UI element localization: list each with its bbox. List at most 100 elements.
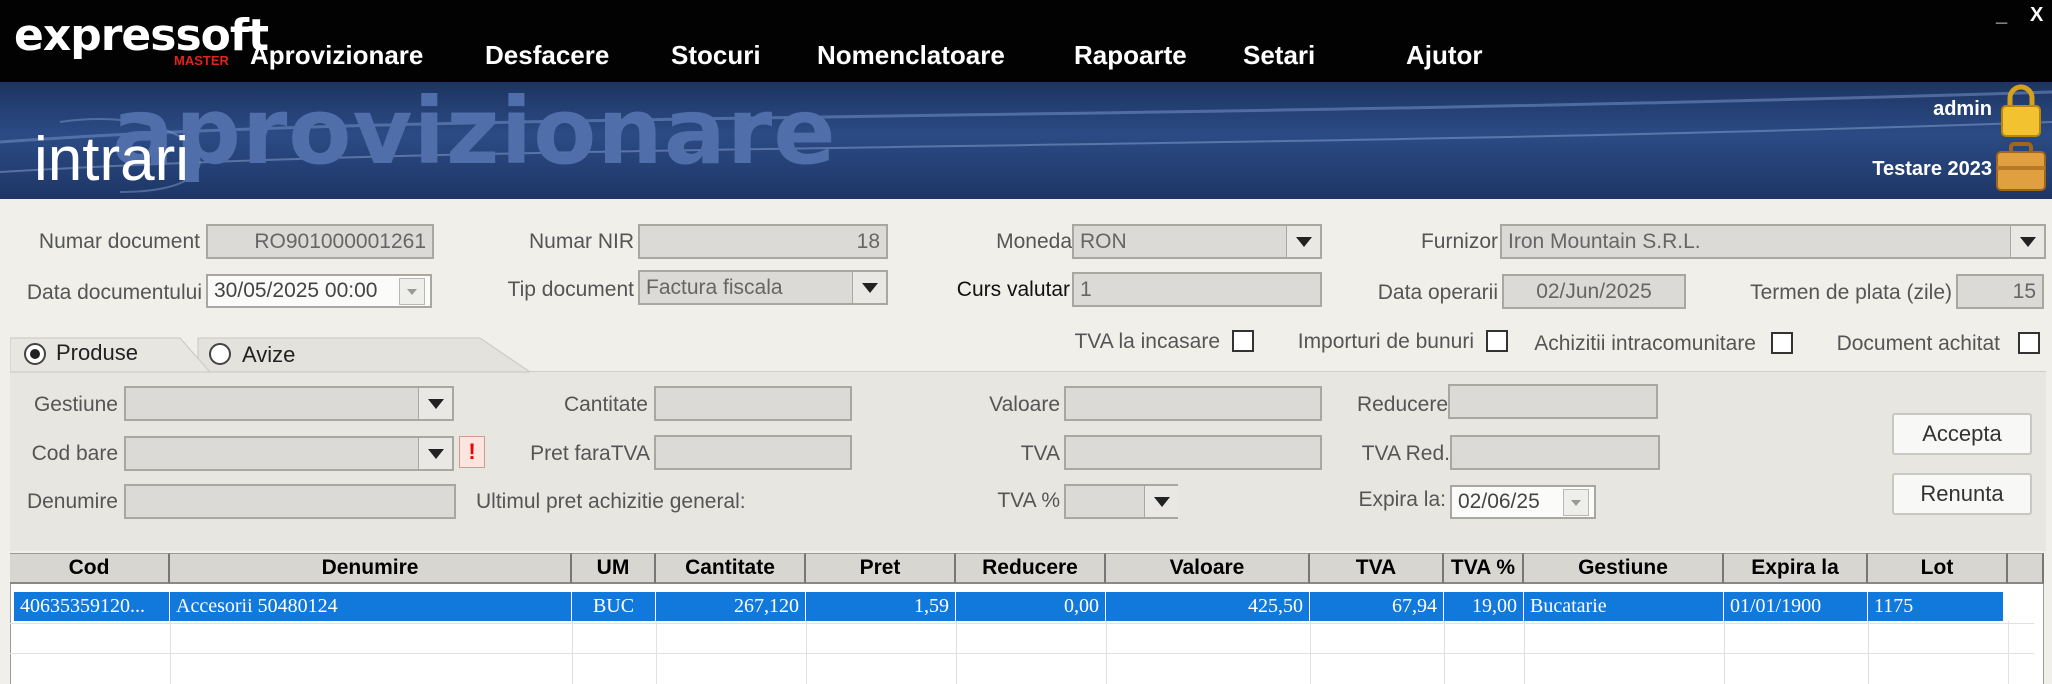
- minimize-button[interactable]: _: [1996, 4, 2007, 27]
- grid-line: [1106, 621, 1107, 684]
- briefcase-icon[interactable]: [1994, 140, 2048, 199]
- col-header-gestiune[interactable]: Gestiune: [1524, 553, 1724, 584]
- tip-doc-label: Tip document: [507, 278, 634, 301]
- col-header-cantitate[interactable]: Cantitate: [656, 553, 806, 584]
- cell-lot[interactable]: 1175: [1868, 592, 2004, 621]
- reducere-field[interactable]: [1448, 384, 1658, 419]
- tab-avize[interactable]: [200, 338, 460, 372]
- menu-rapoarte[interactable]: Rapoarte: [1074, 40, 1187, 71]
- grid-line: [806, 621, 807, 684]
- cod-bare-warning-icon[interactable]: !: [459, 436, 485, 468]
- tva-red-field[interactable]: [1450, 435, 1660, 470]
- tva-pct-dropdown-button[interactable]: [1144, 486, 1178, 517]
- accepta-button[interactable]: Accepta: [1892, 413, 2032, 455]
- cell-pret[interactable]: 1,59: [806, 592, 956, 621]
- data-op-field[interactable]: 02/Jun/2025: [1502, 274, 1686, 309]
- cell-tva[interactable]: 67,94: [1310, 592, 1444, 621]
- current-user: admin: [1933, 98, 1992, 120]
- curs-field[interactable]: 1: [1072, 272, 1322, 307]
- numar-document-field[interactable]: RO901000001261: [206, 224, 434, 259]
- moneda-dropdown-button[interactable]: [1286, 226, 1320, 257]
- gestiune-dropdown-button[interactable]: [418, 388, 452, 419]
- valoare-field[interactable]: [1064, 386, 1322, 421]
- grid-line: [1724, 621, 1725, 684]
- grid-line: [10, 623, 2034, 624]
- ultimul-pret-label: Ultimul pret achizitie general:: [476, 490, 746, 513]
- moneda-select[interactable]: RON: [1072, 224, 1322, 259]
- furnizor-value: Iron Mountain S.R.L.: [1508, 230, 1701, 253]
- page-title: intrari: [34, 125, 190, 194]
- numar-nir-field[interactable]: 18: [638, 224, 888, 259]
- data-op-label: Data operarii: [1377, 281, 1498, 304]
- col-header-reducere[interactable]: Reducere: [956, 553, 1106, 584]
- tva-red-label: TVA Red.: [1361, 442, 1450, 465]
- cod-bare-dropdown-button[interactable]: [418, 438, 452, 469]
- tva-incasare-checkbox[interactable]: [1232, 330, 1254, 352]
- lock-icon[interactable]: [1998, 84, 2044, 143]
- termen-label: Termen de plata (zile): [1750, 281, 1952, 304]
- col-header-um[interactable]: UM: [572, 553, 656, 584]
- achizitii-checkbox[interactable]: [1771, 332, 1793, 354]
- gestiune-label: Gestiune: [33, 393, 118, 416]
- col-header-valoare[interactable]: Valoare: [1106, 553, 1310, 584]
- cell-um[interactable]: BUC: [572, 592, 656, 621]
- data-doc-dropdown-button[interactable]: [399, 278, 425, 305]
- menu-desfacere[interactable]: Desfacere: [485, 40, 609, 71]
- pret-field[interactable]: [654, 435, 852, 470]
- current-company: Testare 2023: [1872, 158, 1992, 180]
- tip-doc-dropdown-button[interactable]: [852, 272, 886, 303]
- achitat-label: Document achitat: [1836, 332, 2000, 355]
- col-header-tva-pct[interactable]: TVA %: [1444, 553, 1524, 584]
- col-header-lot[interactable]: Lot: [1868, 553, 2008, 584]
- close-button[interactable]: X: [2030, 4, 2043, 27]
- menu-aprovizionare[interactable]: Aprovizionare: [250, 40, 423, 71]
- cod-bare-select[interactable]: [124, 436, 454, 471]
- furnizor-dropdown-button[interactable]: [2010, 226, 2044, 257]
- col-header-denumire[interactable]: Denumire: [170, 553, 572, 584]
- cell-denumire[interactable]: Accesorii 50480124: [170, 592, 572, 621]
- app-logo: expressoft: [14, 10, 269, 61]
- grid-line: [956, 621, 957, 684]
- menu-setari[interactable]: Setari: [1243, 40, 1315, 71]
- tab-avize-label: Avize: [242, 342, 296, 367]
- tab-avize-radio[interactable]: [209, 343, 231, 365]
- cantitate-field[interactable]: [654, 386, 852, 421]
- tva-incasare-label: TVA la incasare: [1074, 330, 1220, 353]
- cell-cod[interactable]: 40635359120...: [14, 592, 170, 621]
- menu-stocuri[interactable]: Stocuri: [671, 40, 761, 71]
- cell-gestiune[interactable]: Bucatarie: [1524, 592, 1724, 621]
- termen-field[interactable]: 15: [1956, 274, 2044, 309]
- grid-line: [1444, 621, 1445, 684]
- tva-field[interactable]: [1064, 435, 1322, 470]
- expira-dropdown-button[interactable]: [1563, 489, 1589, 516]
- cell-valoare[interactable]: 425,50: [1106, 592, 1310, 621]
- furnizor-select[interactable]: Iron Mountain S.R.L.: [1500, 224, 2046, 259]
- menu-nomenclatoare[interactable]: Nomenclatoare: [817, 40, 1005, 71]
- col-header-tva[interactable]: TVA: [1310, 553, 1444, 584]
- grid-line: [656, 621, 657, 684]
- numar-nir-label: Numar NIR: [528, 230, 634, 253]
- grid-line: [1310, 621, 1311, 684]
- col-header-cod[interactable]: Cod: [10, 553, 170, 584]
- reducere-label: Reducere: [1356, 393, 1448, 416]
- app-logo-sub: MASTER: [174, 53, 229, 68]
- grid-line: [170, 621, 171, 684]
- cell-expira[interactable]: 01/01/1900: [1724, 592, 1868, 621]
- denumire-label: Denumire: [26, 490, 118, 513]
- cell-tva-pct[interactable]: 19,00: [1444, 592, 1524, 621]
- col-header-filler: [2008, 553, 2044, 584]
- col-header-expira[interactable]: Expira la: [1724, 553, 1868, 584]
- tab-produse-radio[interactable]: [24, 343, 46, 365]
- grid-line: [1524, 621, 1525, 684]
- denumire-field[interactable]: [124, 484, 456, 519]
- cell-reducere[interactable]: 0,00: [956, 592, 1106, 621]
- menu-ajutor[interactable]: Ajutor: [1406, 40, 1483, 71]
- gestiune-select[interactable]: [124, 386, 454, 421]
- tip-doc-select[interactable]: Factura fiscala: [638, 270, 888, 305]
- col-header-pret[interactable]: Pret: [806, 553, 956, 584]
- achitat-checkbox[interactable]: [2018, 332, 2040, 354]
- cell-cantitate[interactable]: 267,120: [656, 592, 806, 621]
- renunta-button[interactable]: Renunta: [1892, 473, 2032, 515]
- grid-line: [10, 653, 2034, 654]
- importuri-checkbox[interactable]: [1486, 330, 1508, 352]
